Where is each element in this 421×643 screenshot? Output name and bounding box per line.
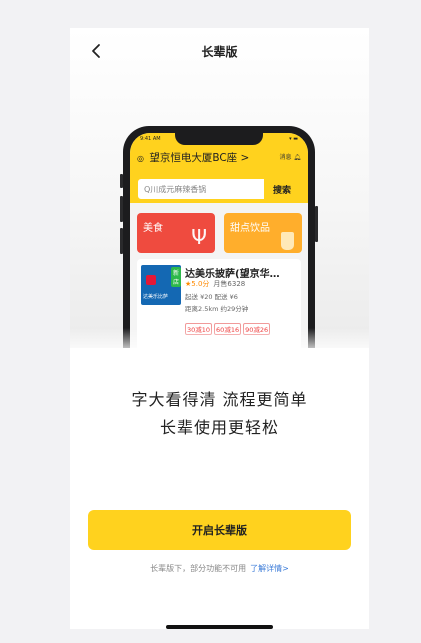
phone-notch [175, 133, 263, 145]
search-button: 搜索 [264, 179, 300, 199]
store-logo-text: 达美乐比萨 [143, 294, 169, 300]
enable-elder-mode-button[interactable]: 开启长辈版 [88, 510, 351, 550]
fork-knife-icon: Ψ [191, 225, 207, 249]
location-label: 望京恒电大厦BC座 > [149, 152, 250, 164]
message-label: 消息 🔔︎ [279, 154, 301, 161]
footer-note-text: 长辈版下，部分功能不可用 [150, 564, 247, 573]
phone-side-button [120, 196, 123, 222]
home-indicator [166, 625, 273, 629]
search-box: Q川成元麻辣香锅 搜索 [137, 178, 301, 200]
category-food: 美食 Ψ [137, 213, 215, 253]
store-rating: ★5.0分 [185, 280, 210, 288]
domino-logo-icon [146, 275, 156, 285]
phone-side-button [120, 228, 123, 254]
category-label: 美食 [143, 223, 163, 234]
footer-note: 长辈版下，部分功能不可用 了解详情> [70, 563, 369, 574]
store-name: 达美乐披萨(望京华… [185, 269, 280, 280]
elder-mode-page: 长辈版 9:41 AM ▾ ▬ ◎ 望京恒电大厦BC座 > 消息 🔔︎ Q川成元… [70, 28, 369, 629]
slogan-line-1: 字大看得清 流程更简单 [131, 390, 308, 409]
location-row: ◎ 望京恒电大厦BC座 > 消息 🔔︎ [137, 150, 301, 164]
slogan-line-2: 长辈使用更轻松 [159, 418, 279, 437]
store-delivery: 起送 ¥20 配送 ¥6 [185, 293, 238, 301]
store-logo: 新店 达美乐比萨 [141, 265, 181, 305]
phone-side-button [315, 206, 318, 242]
new-store-badge: 新店 [171, 267, 181, 287]
drink-cup-icon [281, 232, 294, 250]
header: 长辈版 [70, 28, 369, 74]
status-icons: ▾ ▬ [289, 136, 298, 142]
category-dessert: 甜点饮品 [224, 213, 302, 253]
search-placeholder: Q川成元麻辣香锅 [144, 185, 207, 194]
store-distance: 距离2.5km 约29分钟 [185, 305, 249, 313]
store-sales: 月售6328 [213, 280, 246, 288]
phone-side-button [120, 174, 123, 188]
location-pin-icon: ◎ [137, 154, 144, 163]
status-time: 9:41 AM [140, 136, 161, 142]
page-title: 长辈版 [201, 45, 238, 59]
bell-icon: 🔔︎ [293, 154, 301, 161]
learn-more-link[interactable]: 了解详情> [250, 564, 289, 573]
store-rating-row: ★5.0分 月售6328 [185, 279, 245, 289]
category-label: 甜点饮品 [230, 223, 270, 234]
